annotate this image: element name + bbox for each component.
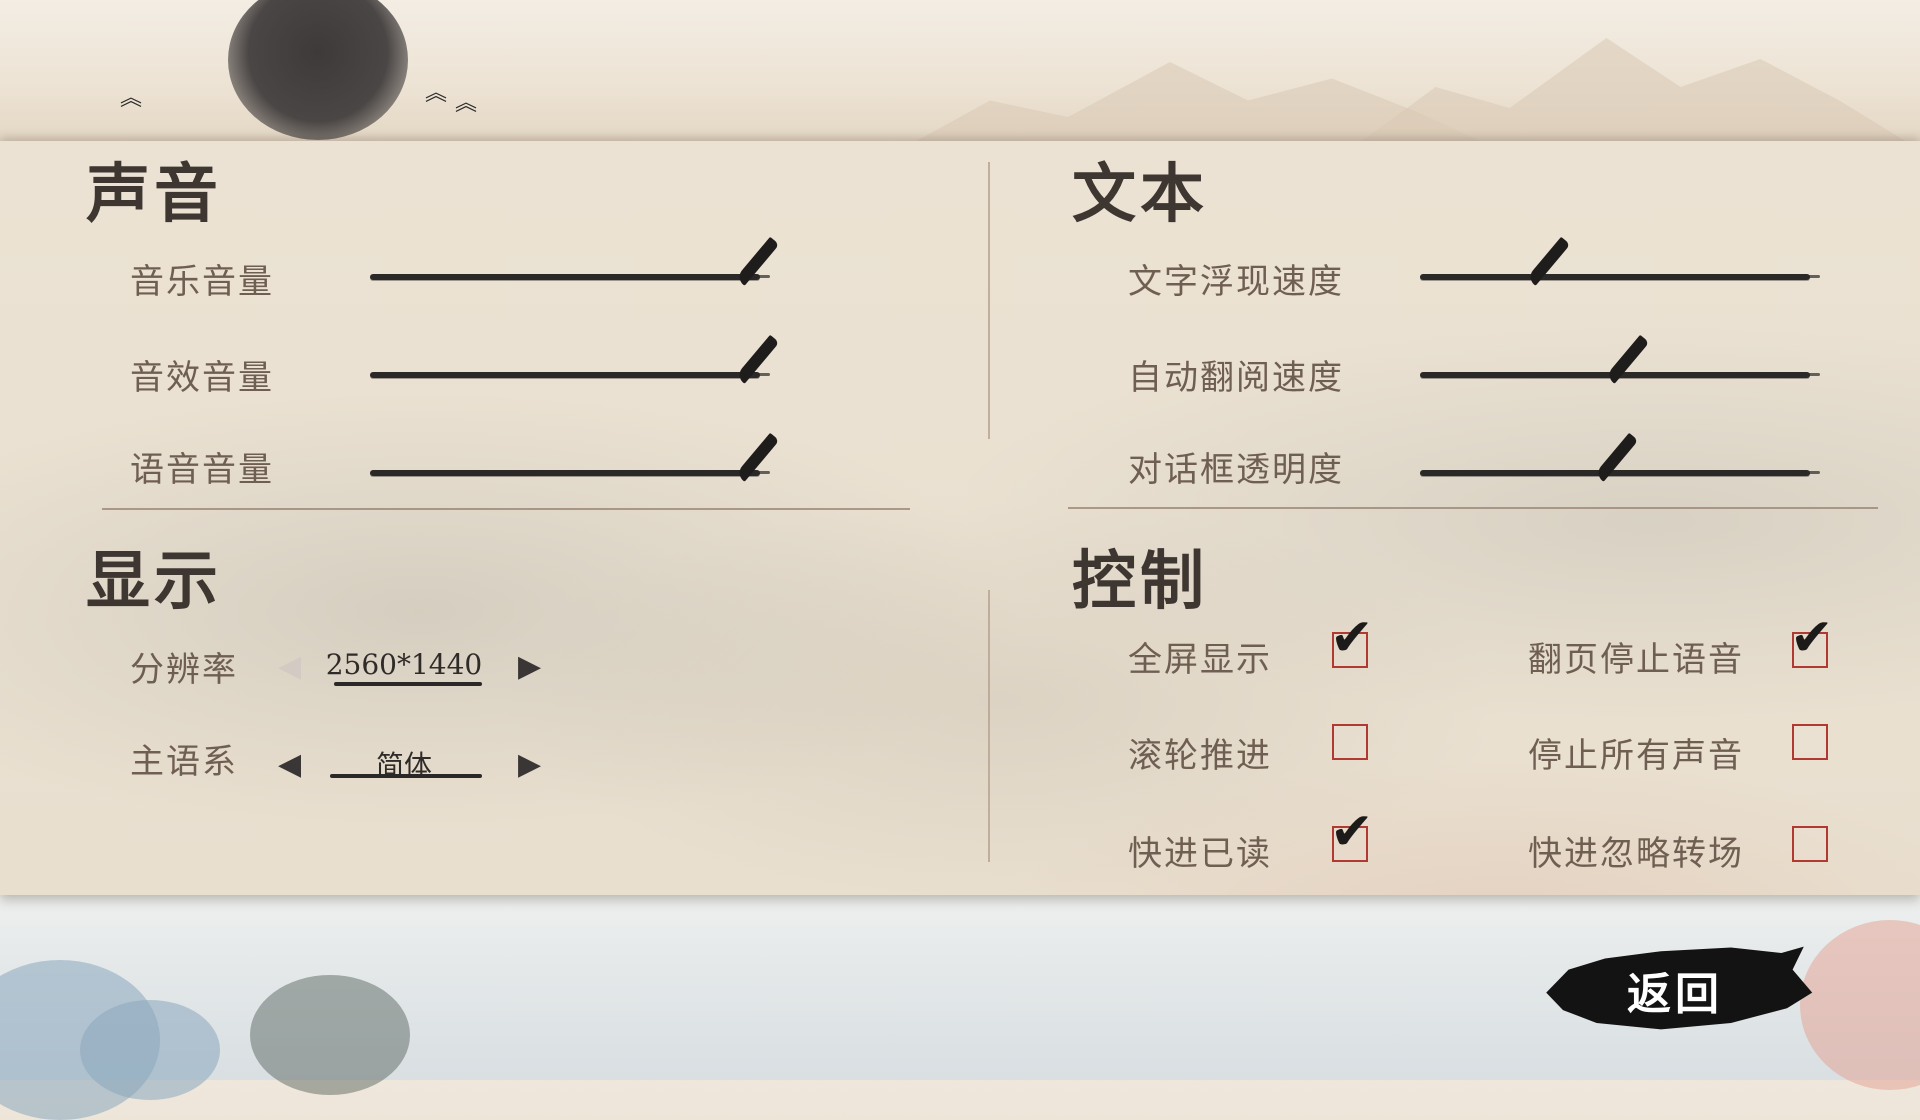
section-title-sound: 声音 (86, 157, 222, 232)
voice-volume-label: 语音音量 (130, 450, 274, 490)
bird-icon: ︽ (455, 91, 478, 116)
section-title-display: 显示 (86, 544, 222, 619)
language-value: 简体 (375, 749, 432, 782)
arrow-right-icon[interactable]: ▶ (518, 750, 541, 780)
choice-underline (334, 682, 482, 686)
wheel-advance-checkbox[interactable]: ✔ (1332, 724, 1368, 760)
auto-read-speed-label: 自动翻阅速度 (1128, 358, 1344, 398)
vertical-divider (988, 162, 990, 439)
section-divider (102, 508, 910, 510)
section-title-text: 文本 (1072, 157, 1208, 232)
check-icon: ✔ (1330, 802, 1374, 862)
section-title-control: 控制 (1072, 544, 1208, 619)
slider-track (370, 372, 770, 378)
skip-transitions-label: 快进忽略转场 (1528, 834, 1744, 874)
music-volume-label: 音乐音量 (130, 262, 274, 302)
dialog-opacity-slider[interactable] (1420, 432, 1820, 496)
wheel-advance-label: 滚轮推进 (1128, 736, 1272, 776)
bird-icon: ︽ (425, 81, 448, 106)
voice-volume-slider[interactable] (370, 432, 780, 496)
section-divider (1068, 507, 1878, 509)
text-speed-label: 文字浮现速度 (1128, 262, 1344, 302)
auto-read-speed-slider[interactable] (1420, 334, 1820, 398)
choice-underline (330, 774, 482, 778)
fullscreen-label: 全屏显示 (1128, 640, 1272, 680)
check-icon: ✔ (1790, 608, 1834, 668)
check-icon: ✔ (1330, 608, 1374, 668)
dialog-opacity-label: 对话框透明度 (1128, 450, 1344, 490)
stop-voice-on-page-checkbox[interactable]: ✔ (1790, 612, 1834, 668)
music-volume-slider[interactable] (370, 236, 780, 300)
skip-transitions-checkbox[interactable]: ✔ (1792, 826, 1828, 862)
stop-voice-on-page-label: 翻页停止语音 (1528, 640, 1744, 680)
back-button-label: 返回 (1627, 969, 1723, 1020)
slider-track (370, 274, 770, 280)
slider-track (1420, 470, 1820, 476)
slider-track (370, 470, 770, 476)
resolution-label: 分辨率 (130, 650, 238, 690)
language-label: 主语系 (130, 742, 238, 782)
stop-all-sounds-checkbox[interactable]: ✔ (1792, 724, 1828, 760)
tree-foliage (250, 975, 410, 1095)
resolution-value: 2560*1440 (325, 648, 483, 681)
tree-foliage (80, 1000, 220, 1100)
sfx-volume-label: 音效音量 (130, 358, 274, 398)
skip-read-checkbox[interactable]: ✔ (1330, 806, 1374, 862)
arrow-left-icon[interactable]: ◀ (278, 652, 301, 682)
arrow-right-icon[interactable]: ▶ (518, 652, 541, 682)
skip-read-label: 快进已读 (1128, 834, 1272, 874)
sfx-volume-slider[interactable] (370, 334, 780, 398)
fullscreen-checkbox[interactable]: ✔ (1330, 612, 1374, 668)
slider-track (1420, 274, 1820, 280)
vertical-divider (988, 590, 990, 862)
arrow-left-icon[interactable]: ◀ (278, 750, 301, 780)
text-speed-slider[interactable] (1420, 236, 1820, 300)
stop-all-sounds-label: 停止所有声音 (1528, 736, 1744, 776)
bird-icon: ︽ (120, 86, 143, 111)
back-button[interactable]: 返回 (1535, 942, 1815, 1034)
